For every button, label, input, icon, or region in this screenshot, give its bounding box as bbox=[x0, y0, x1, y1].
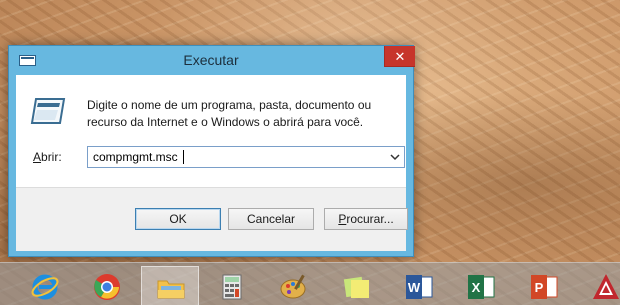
taskbar-item-internet-explorer[interactable] bbox=[16, 266, 74, 305]
taskbar: W X P bbox=[0, 262, 620, 305]
calculator-icon bbox=[222, 274, 242, 300]
sticky-notes-icon bbox=[343, 276, 369, 298]
text-cursor bbox=[183, 150, 184, 164]
paint-palette-icon bbox=[280, 274, 306, 299]
chevron-down-icon[interactable] bbox=[389, 151, 401, 163]
taskbar-item-autocad[interactable] bbox=[577, 266, 620, 305]
svg-text:X: X bbox=[472, 280, 481, 295]
dialog-title: Executar bbox=[183, 52, 239, 68]
close-icon: ✕ bbox=[394, 49, 406, 64]
svg-text:P: P bbox=[535, 280, 544, 295]
dialog-description: Digite o nome de um programa, pasta, doc… bbox=[87, 97, 397, 131]
run-icon bbox=[30, 98, 66, 124]
taskbar-item-calculator[interactable] bbox=[203, 266, 261, 305]
taskbar-item-paint[interactable] bbox=[265, 266, 323, 305]
title-bar[interactable]: Executar ✕ bbox=[9, 46, 415, 74]
chrome-icon bbox=[94, 274, 120, 300]
word-icon: W bbox=[406, 275, 433, 299]
browse-label: rocurar... bbox=[346, 212, 394, 226]
dialog-client-area: Digite o nome de um programa, pasta, doc… bbox=[16, 75, 408, 251]
cancel-button[interactable]: Cancelar bbox=[228, 208, 314, 230]
taskbar-item-powerpoint[interactable]: P bbox=[515, 266, 573, 305]
open-input-value[interactable]: compmgmt.msc bbox=[93, 150, 178, 164]
open-label-text: brir: bbox=[41, 150, 62, 164]
svg-text:W: W bbox=[408, 280, 421, 295]
open-label-accesskey: A bbox=[33, 150, 42, 164]
taskbar-item-word[interactable]: W bbox=[390, 266, 448, 305]
run-dialog: Executar ✕ Digite o nome de um programa,… bbox=[8, 45, 415, 257]
taskbar-item-file-explorer[interactable] bbox=[141, 266, 199, 305]
ok-button[interactable]: OK bbox=[135, 208, 221, 230]
folder-icon bbox=[157, 280, 185, 299]
autocad-icon bbox=[593, 274, 619, 299]
description-line-1: Digite o nome de um programa, pasta, doc… bbox=[87, 98, 372, 112]
excel-icon: X bbox=[468, 275, 495, 299]
open-combobox[interactable]: compmgmt.msc bbox=[87, 146, 405, 168]
description-line-2: recurso da Internet e o Windows o abrirá… bbox=[87, 115, 364, 129]
browse-button[interactable]: Procurar... bbox=[324, 208, 408, 230]
taskbar-item-excel[interactable]: X bbox=[452, 266, 510, 305]
taskbar-item-sticky-notes[interactable] bbox=[328, 266, 386, 305]
open-label: Abrir: bbox=[33, 150, 62, 164]
powerpoint-icon: P bbox=[531, 275, 558, 299]
taskbar-item-chrome[interactable] bbox=[78, 266, 136, 305]
internet-explorer-icon bbox=[31, 274, 59, 300]
close-button[interactable]: ✕ bbox=[384, 46, 415, 67]
